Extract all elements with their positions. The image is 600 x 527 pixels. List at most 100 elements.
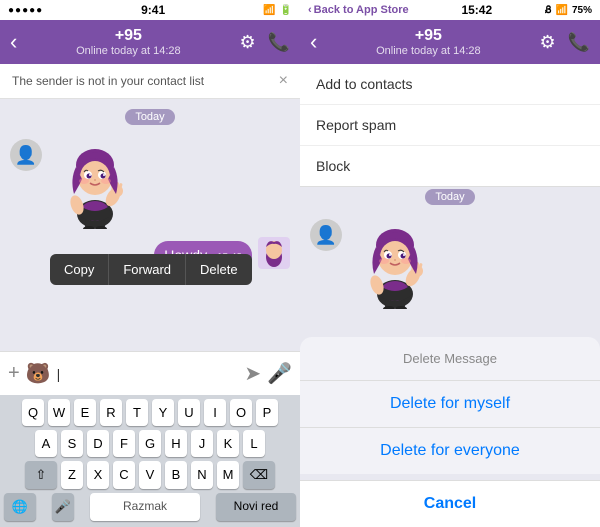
left-today-badge: Today bbox=[125, 109, 174, 125]
key-c[interactable]: C bbox=[113, 461, 135, 489]
key-g[interactable]: G bbox=[139, 430, 161, 457]
key-w[interactable]: W bbox=[48, 399, 70, 426]
context-copy-button[interactable]: Copy bbox=[50, 254, 109, 285]
right-sticker-container: 👤 bbox=[300, 215, 600, 313]
key-t[interactable]: T bbox=[126, 399, 148, 426]
key-v[interactable]: V bbox=[139, 461, 161, 489]
right-back-button[interactable]: ‹ bbox=[310, 29, 317, 55]
plus-icon[interactable]: + bbox=[8, 362, 20, 385]
key-y[interactable]: Y bbox=[152, 399, 174, 426]
keyboard-row-3: ⇧ Z X C V B N M ⌫ bbox=[0, 457, 300, 489]
right-call-icon[interactable]: 📞 bbox=[568, 32, 590, 53]
right-contact-name: +95 bbox=[415, 27, 442, 45]
key-n[interactable]: N bbox=[191, 461, 213, 489]
key-a[interactable]: A bbox=[35, 430, 57, 457]
right-status-right: Ᏸ 📶 75% bbox=[545, 5, 592, 16]
key-q[interactable]: Q bbox=[22, 399, 44, 426]
key-i[interactable]: I bbox=[204, 399, 226, 426]
key-s[interactable]: S bbox=[61, 430, 83, 457]
dropdown-report-spam[interactable]: Report spam bbox=[300, 105, 600, 146]
dropdown-block[interactable]: Block bbox=[300, 146, 600, 186]
key-u[interactable]: U bbox=[178, 399, 200, 426]
left-settings-icon[interactable]: ⚙ bbox=[239, 32, 255, 53]
left-sticker-image bbox=[50, 139, 140, 229]
key-space[interactable]: Razmak bbox=[90, 493, 200, 521]
keyboard-row-2: A S D F G H J K L bbox=[0, 426, 300, 457]
dropdown-add-contacts[interactable]: Add to contacts bbox=[300, 64, 600, 105]
left-input-area: + 🐻 ➤ 🎤 bbox=[0, 351, 300, 395]
right-status-bar: ‹ Back to App Store 15:42 Ᏸ 📶 75% bbox=[300, 0, 600, 20]
chevron-left-icon: ‹ bbox=[308, 4, 312, 16]
key-j[interactable]: J bbox=[191, 430, 213, 457]
back-appstore-text: Back to App Store bbox=[314, 4, 409, 16]
key-p[interactable]: P bbox=[256, 399, 278, 426]
left-panel: ●●●●● 9:41 📶 🔋 ‹ +95 Online today at 14:… bbox=[0, 0, 300, 527]
send-icon[interactable]: ➤ bbox=[244, 361, 261, 386]
left-header: ‹ +95 Online today at 14:28 ⚙ 📞 bbox=[0, 20, 300, 64]
left-sticker-container: 👤 bbox=[0, 135, 300, 233]
left-call-icon[interactable]: 📞 bbox=[268, 32, 290, 53]
context-delete-button[interactable]: Delete bbox=[186, 254, 252, 285]
left-avatar: 👤 bbox=[10, 139, 42, 171]
right-contact-status: Online today at 14:28 bbox=[376, 45, 481, 57]
left-header-icons: ⚙ 📞 bbox=[239, 32, 290, 53]
key-z[interactable]: Z bbox=[61, 461, 83, 489]
key-globe[interactable]: 🌐 bbox=[4, 493, 36, 521]
left-status-bar: ●●●●● 9:41 📶 🔋 bbox=[0, 0, 300, 20]
right-panel: ‹ Back to App Store 15:42 Ᏸ 📶 75% ‹ +95 … bbox=[300, 0, 600, 527]
left-today-label: Today bbox=[0, 109, 300, 125]
key-m[interactable]: M bbox=[217, 461, 239, 489]
right-time: 15:42 bbox=[461, 3, 492, 17]
key-shift[interactable]: ⇧ bbox=[25, 461, 57, 489]
key-l[interactable]: L bbox=[243, 430, 265, 457]
key-o[interactable]: O bbox=[230, 399, 252, 426]
key-k[interactable]: K bbox=[217, 430, 239, 457]
right-wifi-icon: 📶 bbox=[556, 5, 568, 16]
key-b[interactable]: B bbox=[165, 461, 187, 489]
mic-icon[interactable]: 🎤 bbox=[267, 361, 292, 386]
right-avatar: 👤 bbox=[310, 219, 342, 251]
right-status-left: ‹ Back to App Store bbox=[308, 4, 409, 16]
wifi-icon: 📶 bbox=[263, 5, 275, 16]
right-dropdown-menu: Add to contacts Report spam Block bbox=[300, 64, 600, 187]
keyboard-row-1: Q W E R T Y U I O P bbox=[0, 395, 300, 426]
right-header: ‹ +95 Online today at 14:28 ⚙ 📞 bbox=[300, 20, 600, 64]
left-contact-status: Online today at 14:28 bbox=[76, 45, 181, 57]
left-context-menu: Copy Forward Delete bbox=[50, 254, 252, 285]
bluetooth-icon: Ᏸ bbox=[545, 5, 552, 16]
key-f[interactable]: F bbox=[113, 430, 135, 457]
right-today-badge: Today bbox=[425, 189, 474, 205]
delete-for-myself-button[interactable]: Delete for myself bbox=[300, 381, 600, 428]
left-contact-name: +95 bbox=[115, 27, 142, 45]
key-mic-kb[interactable]: 🎤 bbox=[52, 493, 74, 521]
left-chat-area: Today 👤 bbox=[0, 99, 300, 351]
right-sticker-image bbox=[350, 219, 440, 309]
signal-icon: ●●●●● bbox=[8, 5, 43, 16]
left-notification-close[interactable]: × bbox=[279, 72, 288, 90]
keyboard-row-4: 🌐 🎤 Razmak Novi red bbox=[0, 489, 300, 527]
right-today-label: Today bbox=[300, 189, 600, 205]
key-x[interactable]: X bbox=[87, 461, 109, 489]
key-return[interactable]: Novi red bbox=[216, 493, 296, 521]
right-settings-icon[interactable]: ⚙ bbox=[539, 32, 555, 53]
key-r[interactable]: R bbox=[100, 399, 122, 426]
battery-icon: 🔋 bbox=[280, 5, 292, 16]
left-notification-bar: The sender is not in your contact list × bbox=[0, 64, 300, 99]
delete-for-everyone-button[interactable]: Delete for everyone bbox=[300, 428, 600, 474]
key-backspace[interactable]: ⌫ bbox=[243, 461, 275, 489]
key-d[interactable]: D bbox=[87, 430, 109, 457]
left-back-button[interactable]: ‹ bbox=[10, 29, 17, 55]
bubble-sticker-thumb bbox=[258, 237, 290, 269]
back-appstore-link[interactable]: ‹ Back to App Store bbox=[308, 4, 409, 16]
key-e[interactable]: E bbox=[74, 399, 96, 426]
right-avatar-icon: 👤 bbox=[315, 225, 337, 246]
emoji-icon[interactable]: 🐻 bbox=[26, 361, 51, 386]
left-status-left: ●●●●● bbox=[8, 5, 43, 16]
right-delete-modal: Delete Message Delete for myself Delete … bbox=[300, 337, 600, 527]
key-h[interactable]: H bbox=[165, 430, 187, 457]
delete-modal-title: Delete Message bbox=[300, 337, 600, 381]
delete-cancel-button[interactable]: Cancel bbox=[300, 480, 600, 527]
context-forward-button[interactable]: Forward bbox=[109, 254, 186, 285]
left-header-info: +95 Online today at 14:28 bbox=[25, 27, 231, 57]
left-text-input[interactable] bbox=[57, 366, 239, 382]
